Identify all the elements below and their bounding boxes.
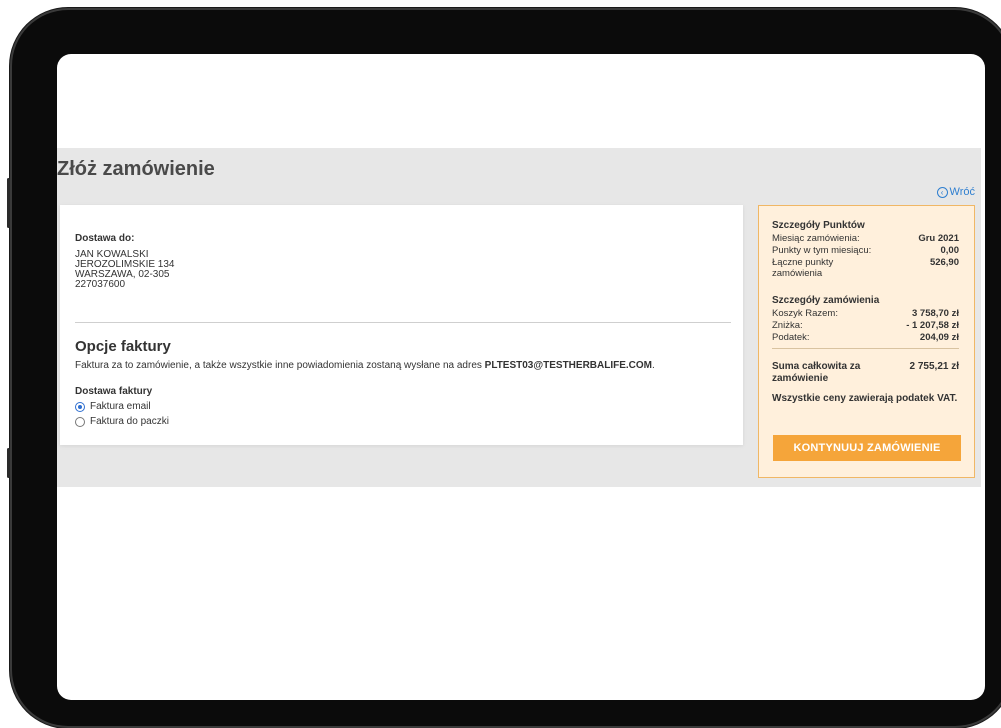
order-details-title: Szczegóły zamówienia [772, 295, 880, 306]
order-total-value: 2 755,21 zł [909, 361, 959, 372]
points-details-title: Szczegóły Punktów [772, 220, 865, 231]
tablet-frame: Złóż zamówienie ‹ Wróć Dostawa do: JAN K… [7, 8, 1001, 728]
screen: Złóż zamówienie ‹ Wróć Dostawa do: JAN K… [57, 54, 985, 700]
summary-row-value: 204,09 zł [919, 332, 959, 343]
order-details-card: Dostawa do: JAN KOWALSKI JEROZOLIMSKIE 1… [60, 205, 743, 445]
summary-row: Koszyk Razem: 3 758,70 zł [772, 308, 959, 319]
summary-row: Miesiąc zamówienia: Gru 2021 [772, 233, 959, 244]
summary-row-label: Zniżka: [772, 320, 803, 331]
shipping-title: Dostawa do: [75, 233, 135, 244]
order-summary-panel: Szczegóły Punktów Miesiąc zamówienia: Gr… [758, 205, 975, 478]
summary-row-value: Gru 2021 [918, 233, 959, 244]
chevron-left-icon: ‹ [936, 186, 948, 198]
back-link-label: Wróć [949, 186, 975, 198]
radio-button[interactable] [75, 416, 85, 427]
summary-row-value: - 1 207,58 zł [906, 320, 959, 331]
side-button [7, 448, 10, 478]
summary-row: Podatek: 204,09 zł [772, 332, 959, 343]
page-title: Złóż zamówienie [57, 158, 215, 180]
summary-row-label: Łączne punkty zamówienia [772, 257, 834, 279]
invoice-delivery-label: Dostawa faktury [75, 386, 153, 397]
continue-order-button[interactable]: KONTYNUUJ ZAMÓWIENIE [773, 435, 961, 461]
invoice-description-end: . [652, 360, 655, 371]
shipping-address: Dostawa do: JAN KOWALSKI JEROZOLIMSKIE 1… [75, 234, 174, 290]
invoice-email: PLTEST03@TESTHERBALIFE.COM [484, 360, 653, 371]
vat-note: Wszystkie ceny zawierają podatek VAT. [772, 393, 958, 404]
invoice-description-text: Faktura za to zamówienie, a także wszyst… [75, 360, 482, 371]
invoice-options-title: Opcje faktury [75, 338, 171, 355]
divider [772, 348, 959, 349]
summary-row-value: 0,00 [940, 245, 960, 256]
summary-row-value: 526,90 [929, 257, 959, 268]
summary-row-label: Miesiąc zamówienia: [772, 233, 860, 244]
back-link[interactable]: ‹ Wróć [936, 186, 975, 198]
radio-label: Faktura do paczki [90, 416, 169, 427]
summary-row-label: Koszyk Razem: [772, 308, 838, 319]
shipping-line: 227037600 [75, 279, 126, 290]
side-button [7, 178, 10, 228]
radio-invoice-email[interactable]: Faktura email [75, 401, 151, 412]
summary-row-label: Punkty w tym miesiącu: [772, 245, 872, 256]
divider [75, 322, 731, 323]
invoice-description: Faktura za to zamówienie, a także wszyst… [75, 360, 655, 371]
radio-button-selected[interactable] [75, 401, 85, 412]
order-total-label: Suma całkowita za zamówienie [772, 361, 861, 384]
summary-row: Zniżka: - 1 207,58 zł [772, 320, 959, 331]
summary-row-label: Podatek: [772, 332, 810, 343]
summary-row-value: 3 758,70 zł [911, 308, 959, 319]
radio-label: Faktura email [90, 401, 151, 412]
summary-row: Punkty w tym miesiącu: 0,00 [772, 245, 959, 256]
radio-invoice-package[interactable]: Faktura do paczki [75, 416, 169, 427]
summary-row: Łączne punkty zamówienia 526,90 [772, 257, 959, 279]
